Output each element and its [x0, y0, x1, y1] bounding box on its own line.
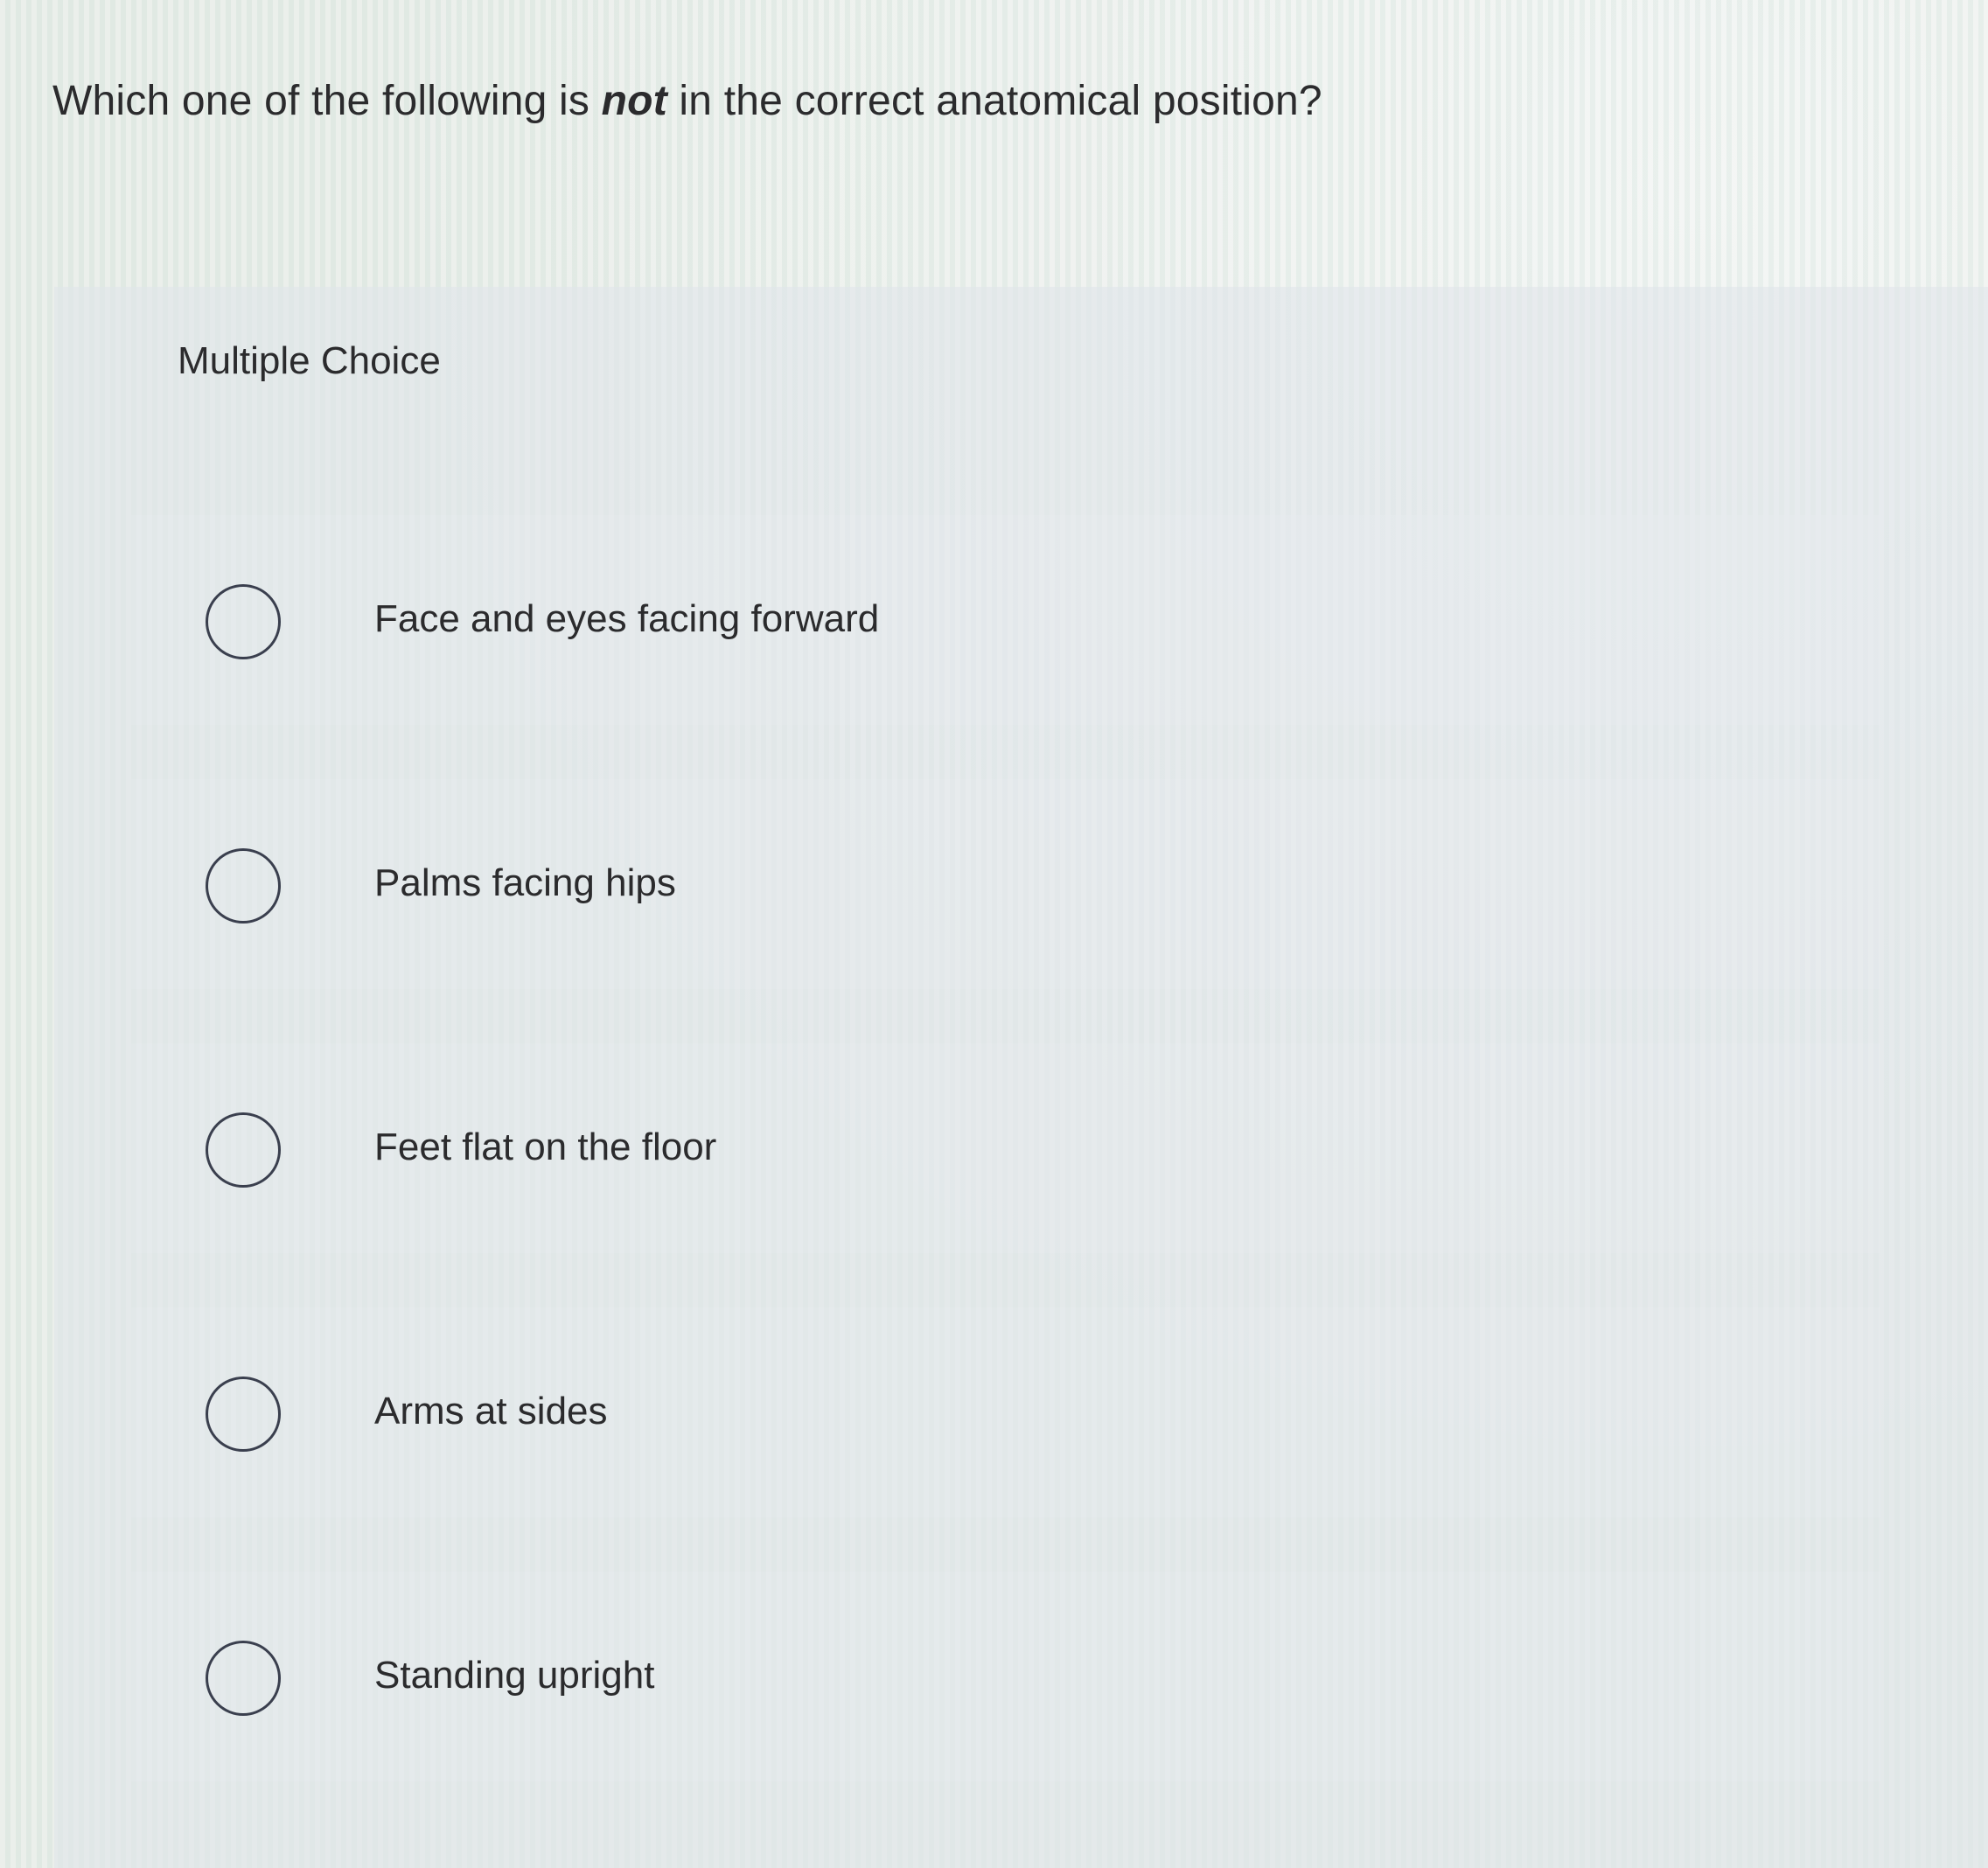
radio-button-icon[interactable] [206, 584, 281, 659]
question-text-start: Which one of the following is [52, 78, 602, 124]
choice-label: Standing upright [374, 1654, 655, 1697]
choice-option-3[interactable]: Feet flat on the floor [131, 1043, 1880, 1253]
choice-option-4[interactable]: Arms at sides [131, 1307, 1880, 1517]
choice-label: Face and eyes facing forward [374, 597, 880, 640]
radio-button-icon[interactable] [206, 1377, 281, 1452]
choice-label: Feet flat on the floor [374, 1126, 717, 1168]
question-type-label: Multiple Choice [178, 339, 441, 382]
question-text: Which one of the following is not in the… [52, 72, 1322, 131]
choice-label: Palms facing hips [374, 861, 676, 904]
choice-option-2[interactable]: Palms facing hips [131, 779, 1880, 989]
question-text-end: in the correct anatomical position? [666, 78, 1322, 124]
choice-label: Arms at sides [374, 1390, 608, 1432]
radio-button-icon[interactable] [206, 1112, 281, 1188]
radio-button-icon[interactable] [206, 1641, 281, 1716]
choice-option-5[interactable]: Standing upright [131, 1572, 1880, 1781]
radio-button-icon[interactable] [206, 848, 281, 924]
choice-option-1[interactable]: Face and eyes facing forward [131, 515, 1880, 725]
question-emphasis: not [601, 78, 667, 124]
